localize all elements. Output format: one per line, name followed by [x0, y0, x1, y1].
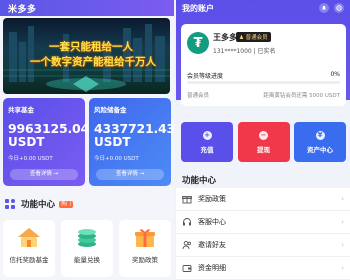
action-label: 资产中心 — [307, 145, 333, 154]
asset-center-button[interactable]: ¥ 资产中心 — [294, 122, 346, 162]
chevron-right-icon: › — [341, 195, 344, 203]
right-screen: 我的账户 ₮ 王多多 ♟ 普通会员 131****1000 | 已实名 会员等级… — [176, 0, 350, 280]
fund-unit: USDT — [94, 135, 131, 149]
next-level-requirement: 距离黄钻会员还需 5000 USDT — [263, 93, 340, 99]
view-details-button[interactable]: 查看详情 → — [96, 169, 164, 180]
current-level: 普通会员 — [187, 93, 210, 99]
app-header: 米多多 — [0, 0, 174, 16]
fund-today: 今日+0.00 USDT — [94, 156, 139, 162]
phone-verified: 131****1000 | 已实名 — [213, 48, 276, 55]
promo-banner[interactable]: 一套只能租给一人 一个数字资产能租给千万人 — [3, 18, 170, 94]
tile-label: 能量兑换 — [74, 256, 100, 264]
account-actions: + 充值 − 提现 ¥ 资产中心 — [181, 122, 346, 162]
users-icon — [182, 240, 191, 250]
avatar[interactable]: ₮ — [187, 32, 209, 54]
fund-unit: USDT — [8, 135, 45, 149]
menu-label: 奖励政策 — [198, 195, 226, 203]
function-menu: 奖励政策 › 客服中心 › 邀请好友 › 资金明细 › — [176, 188, 350, 280]
menu-item-invite-friends[interactable]: 邀请好友 › — [176, 234, 350, 257]
headset-icon — [183, 218, 191, 226]
username: 王多多 — [213, 33, 237, 42]
level-progress-bar — [187, 81, 340, 84]
gear-icon[interactable] — [334, 3, 344, 13]
level-progress-percent: 0% — [330, 71, 340, 78]
action-label: 充值 — [200, 145, 214, 154]
bell-icon[interactable] — [319, 3, 329, 13]
menu-label: 邀请好友 — [198, 241, 226, 249]
chevron-right-icon: › — [341, 218, 344, 226]
section-title: 功能中心 — [21, 200, 56, 210]
view-details-button[interactable]: 查看详情 → — [10, 169, 78, 180]
withdraw-button[interactable]: − 提现 — [237, 122, 290, 162]
page-title: 我的账户 — [182, 3, 214, 13]
fund-amount: 9963125.04 — [8, 121, 90, 136]
menu-label: 客服中心 — [198, 218, 226, 226]
recharge-button[interactable]: + 充值 — [181, 122, 233, 162]
app-title: 米多多 — [8, 4, 37, 15]
chevron-right-icon: › — [341, 264, 344, 272]
menu-item-reward-policy[interactable]: 奖励政策 › — [176, 188, 350, 211]
tile-trust-reward-fund[interactable]: 信托奖励基金 — [3, 220, 55, 277]
tile-label: 奖励政策 — [132, 256, 158, 264]
wallet-icon — [182, 265, 192, 272]
menu-item-fund-details[interactable]: 资金明细 › — [176, 257, 350, 280]
plus-icon: + — [202, 130, 212, 140]
menu-item-customer-service[interactable]: 客服中心 › — [176, 211, 350, 234]
fund-amount: 4337721.43 — [94, 121, 174, 136]
chevron-right-icon: › — [341, 241, 344, 249]
tile-reward-policy[interactable]: 奖励政策 — [119, 220, 171, 277]
fund-today: 今日+0.00 USDT — [8, 156, 53, 162]
yuan-icon: ¥ — [315, 130, 325, 140]
minus-icon: − — [259, 130, 268, 140]
hot-badge: 热门 — [59, 200, 74, 208]
function-tiles: 信托奖励基金 能量兑换 奖励政策 — [3, 220, 171, 277]
level-progress-label: 会员等级进度 — [187, 73, 224, 80]
coins-icon — [78, 229, 96, 247]
function-center-header: 功能中心 热门 — [5, 198, 74, 210]
house-icon — [18, 228, 40, 247]
grid-icon — [5, 199, 15, 209]
risk-reserve-card: 风险储备金 4337721.43 USDT 今日+0.00 USDT 查看详情 … — [89, 98, 174, 186]
account-header: 我的账户 — [176, 0, 350, 16]
banner-headline-2: 一个数字资产能租给千万人 — [30, 56, 156, 68]
gift-icon — [135, 229, 155, 247]
section-title: 功能中心 — [182, 176, 217, 186]
banner-headline-1: 一套只能租给一人 — [49, 41, 133, 53]
gift-icon — [182, 196, 192, 204]
left-screen: 米多多 一套只能租给一人 一个数字资产能租给千万人 共享基金 9963125.0… — [0, 0, 174, 280]
tile-label: 信托奖励基金 — [9, 256, 49, 264]
member-badge: ♟ 普通会员 — [236, 32, 271, 42]
action-label: 提现 — [257, 145, 270, 154]
menu-label: 资金明细 — [198, 264, 226, 272]
fund-name: 风险储备金 — [94, 106, 127, 114]
profile-card: ₮ 王多多 ♟ 普通会员 131****1000 | 已实名 会员等级进度 0%… — [181, 24, 346, 106]
tile-energy-exchange[interactable]: 能量兑换 — [61, 220, 113, 277]
shared-fund-card: 共享基金 9963125.04 USDT 今日+0.00 USDT 查看详情 → — [3, 98, 90, 186]
fund-name: 共享基金 — [8, 106, 34, 114]
